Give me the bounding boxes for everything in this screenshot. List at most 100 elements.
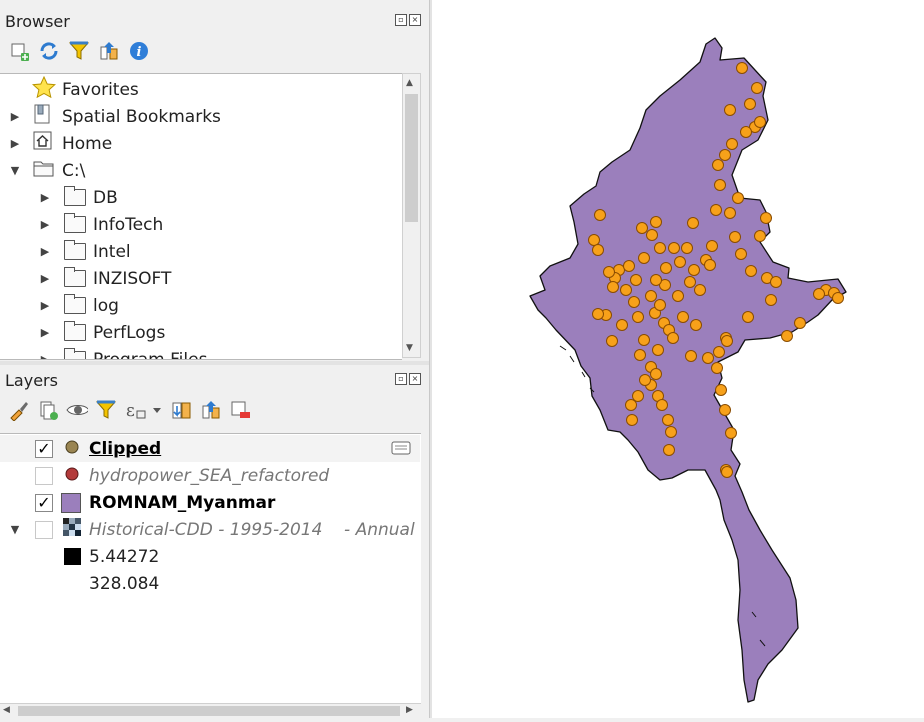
hydropower-point[interactable] bbox=[628, 296, 640, 308]
scroll-thumb[interactable] bbox=[405, 94, 418, 222]
hydropower-point[interactable] bbox=[639, 374, 651, 386]
hydropower-point[interactable] bbox=[623, 260, 635, 272]
hydropower-point[interactable] bbox=[634, 349, 646, 361]
hydropower-point[interactable] bbox=[724, 207, 736, 219]
scroll-left-icon[interactable]: ◀ bbox=[3, 705, 10, 715]
tree-item-folder[interactable]: ▶ InfoTech bbox=[0, 211, 400, 238]
hydropower-point[interactable] bbox=[688, 264, 700, 276]
close-panel-icon[interactable]: × bbox=[409, 14, 421, 26]
hydropower-point[interactable] bbox=[606, 335, 618, 347]
hydropower-point[interactable] bbox=[662, 414, 674, 426]
hydropower-point[interactable] bbox=[729, 231, 741, 243]
float-panel-icon[interactable]: ▫ bbox=[395, 373, 407, 385]
layer-row-clipped[interactable]: ✓ Clipped bbox=[0, 435, 420, 462]
hydropower-point[interactable] bbox=[674, 256, 686, 268]
hydropower-point[interactable] bbox=[654, 299, 666, 311]
hydropower-point[interactable] bbox=[694, 284, 706, 296]
properties-info-icon[interactable]: i bbox=[128, 40, 150, 62]
hydropower-point[interactable] bbox=[740, 126, 752, 138]
tree-item-spatial-bookmarks[interactable]: ▶ Spatial Bookmarks bbox=[0, 103, 400, 130]
hydropower-point[interactable] bbox=[704, 259, 716, 271]
hydropower-point[interactable] bbox=[765, 294, 777, 306]
expand-arrow-icon[interactable]: ▶ bbox=[8, 137, 22, 150]
hydropower-point[interactable] bbox=[724, 104, 736, 116]
hydropower-point[interactable] bbox=[592, 244, 604, 256]
tree-item-folder[interactable]: ▶ Program Files bbox=[0, 346, 400, 359]
add-selected-layers-icon[interactable] bbox=[8, 40, 30, 62]
hydropower-point[interactable] bbox=[781, 330, 793, 342]
layer-visibility-checkbox[interactable]: ✓ bbox=[35, 493, 53, 512]
layer-visibility-checkbox[interactable] bbox=[35, 520, 53, 539]
hydropower-point[interactable] bbox=[650, 274, 662, 286]
scroll-up-icon[interactable]: ▲ bbox=[406, 78, 413, 88]
hydropower-point[interactable] bbox=[625, 399, 637, 411]
filter-indicator-icon[interactable] bbox=[391, 439, 411, 462]
hydropower-point[interactable] bbox=[632, 390, 644, 402]
expand-arrow-icon[interactable]: ▶ bbox=[38, 218, 52, 231]
hydropower-point[interactable] bbox=[711, 362, 723, 374]
hydropower-point[interactable] bbox=[754, 116, 766, 128]
expand-arrow-icon[interactable]: ▶ bbox=[38, 353, 52, 359]
hydropower-point[interactable] bbox=[702, 352, 714, 364]
hydropower-point[interactable] bbox=[672, 290, 684, 302]
expand-arrow-icon[interactable]: ▶ bbox=[38, 272, 52, 285]
hydropower-point[interactable] bbox=[732, 192, 744, 204]
hydropower-point[interactable] bbox=[714, 179, 726, 191]
hydropower-point[interactable] bbox=[638, 334, 650, 346]
hydropower-point[interactable] bbox=[719, 149, 731, 161]
hydropower-point[interactable] bbox=[742, 311, 754, 323]
hydropower-point[interactable] bbox=[754, 230, 766, 242]
hydropower-point[interactable] bbox=[645, 290, 657, 302]
hydropower-point[interactable] bbox=[668, 242, 680, 254]
hydropower-point[interactable] bbox=[721, 335, 733, 347]
expand-arrow-icon[interactable]: ▶ bbox=[8, 110, 22, 123]
add-group-icon[interactable] bbox=[37, 399, 59, 421]
expression-filter-icon[interactable]: ε bbox=[124, 399, 164, 421]
hydropower-point[interactable] bbox=[607, 281, 619, 293]
tree-item-favorites[interactable]: Favorites bbox=[0, 75, 400, 103]
hydropower-point[interactable] bbox=[660, 262, 672, 274]
collapse-all-icon[interactable] bbox=[98, 40, 120, 62]
browser-scrollbar[interactable]: ▲ ▼ bbox=[402, 73, 421, 358]
collapse-all-layers-icon[interactable] bbox=[200, 399, 222, 421]
hydropower-point[interactable] bbox=[665, 426, 677, 438]
hydropower-point[interactable] bbox=[719, 404, 731, 416]
close-panel-icon[interactable]: × bbox=[409, 373, 421, 385]
hydropower-point[interactable] bbox=[713, 346, 725, 358]
hydropower-point[interactable] bbox=[690, 319, 702, 331]
hydropower-point[interactable] bbox=[760, 212, 772, 224]
layer-row-historical-cdd[interactable]: ▼ Historical-CDD - 1995-2014 - Annual bbox=[0, 516, 420, 543]
hydropower-point[interactable] bbox=[656, 399, 668, 411]
tree-item-folder[interactable]: ▶ INZISOFT bbox=[0, 265, 400, 292]
hydropower-point[interactable] bbox=[744, 98, 756, 110]
expand-arrow-icon[interactable]: ▶ bbox=[38, 191, 52, 204]
hydropower-point[interactable] bbox=[832, 292, 844, 304]
hydropower-point[interactable] bbox=[588, 234, 600, 246]
layer-visibility-checkbox[interactable]: ✓ bbox=[35, 439, 53, 458]
hydropower-point[interactable] bbox=[687, 217, 699, 229]
hydropower-point[interactable] bbox=[603, 266, 615, 278]
scroll-right-icon[interactable]: ▶ bbox=[406, 705, 413, 715]
hydropower-point[interactable] bbox=[794, 317, 806, 329]
hydropower-point[interactable] bbox=[654, 242, 666, 254]
scroll-down-icon[interactable]: ▼ bbox=[406, 343, 413, 353]
layer-row-hydropower[interactable]: hydropower_SEA_refactored bbox=[0, 462, 420, 489]
expand-arrow-icon[interactable]: ▶ bbox=[38, 326, 52, 339]
hydropower-point[interactable] bbox=[663, 444, 675, 456]
style-brush-icon[interactable] bbox=[8, 399, 30, 421]
filter-legend-icon[interactable] bbox=[95, 399, 117, 421]
hydropower-point[interactable] bbox=[736, 62, 748, 74]
expand-arrow-icon[interactable]: ▶ bbox=[38, 245, 52, 258]
hydropower-point[interactable] bbox=[594, 209, 606, 221]
hydropower-point[interactable] bbox=[650, 368, 662, 380]
hydropower-point[interactable] bbox=[667, 332, 679, 344]
hydropower-point[interactable] bbox=[712, 159, 724, 171]
hydropower-point[interactable] bbox=[715, 384, 727, 396]
hydropower-point[interactable] bbox=[652, 344, 664, 356]
expand-arrow-icon[interactable]: ▶ bbox=[38, 299, 52, 312]
hydropower-point[interactable] bbox=[813, 288, 825, 300]
hydropower-point[interactable] bbox=[677, 311, 689, 323]
hydropower-point[interactable] bbox=[592, 308, 604, 320]
tree-item-folder[interactable]: ▶ log bbox=[0, 292, 400, 319]
panel-splitter[interactable] bbox=[0, 361, 429, 365]
